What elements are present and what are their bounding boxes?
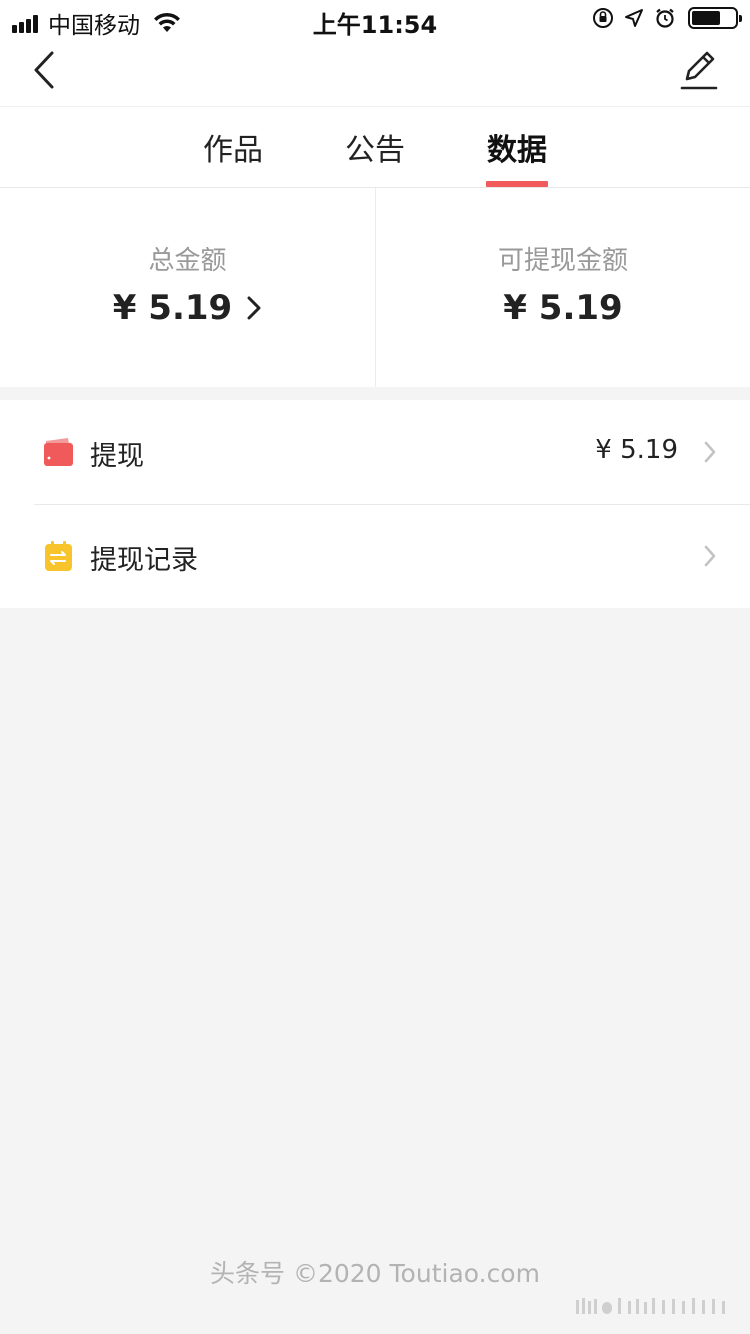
chevron-right-icon: [704, 441, 716, 463]
total-amount-row: ¥ 5.19: [0, 288, 375, 328]
battery-icon: [688, 7, 742, 29]
back-chevron-icon[interactable]: [26, 48, 66, 92]
transfer-record-icon: [45, 541, 72, 571]
wallet-icon: [44, 438, 73, 466]
withdraw-records-label: 提现记录: [90, 545, 198, 576]
chevron-right-icon: [247, 296, 261, 320]
status-bar: 中国移动 上午11:54: [0, 0, 750, 40]
location-arrow-icon: [625, 9, 643, 27]
chevron-right-icon: [704, 545, 716, 567]
withdraw-list: 提现 ¥ 5.19 提现记录: [0, 400, 750, 608]
tab-announcements[interactable]: 公告: [344, 125, 406, 169]
withdraw-label: 提现: [90, 441, 144, 472]
footer-copyright: 头条号 ©2020 Toutiao.com: [210, 1259, 540, 1288]
earnings-summary: 总金额 ¥ 5.19 可提现金额 ¥ 5.19: [0, 188, 750, 387]
status-right: [582, 7, 742, 29]
tab-data[interactable]: 数据: [486, 125, 548, 169]
total-amount-label: 总金额: [148, 246, 227, 276]
total-amount-card[interactable]: 总金额 ¥ 5.19: [0, 188, 375, 387]
tab-bar: 作品 公告 数据: [0, 106, 750, 188]
tab-works[interactable]: 作品: [202, 125, 264, 169]
list-item-withdraw[interactable]: 提现 ¥ 5.19: [0, 400, 750, 504]
withdrawable-amount-card: 可提现金额 ¥ 5.19: [375, 188, 750, 387]
withdraw-amount: ¥ 5.19: [595, 435, 678, 465]
watermark-logo-icon: [576, 1298, 725, 1314]
alarm-clock-icon: [656, 8, 674, 28]
total-amount-value: ¥ 5.19: [112, 288, 233, 328]
withdrawable-amount-value: ¥ 5.19: [503, 288, 623, 328]
withdrawable-amount-label: 可提现金额: [497, 246, 628, 276]
list-item-withdraw-records[interactable]: 提现记录: [0, 504, 750, 608]
nav-bar: [0, 40, 750, 106]
screen: 中国移动 上午11:54 作品 公告 数据 总金额 ¥ 5.19 可提现金额 ¥…: [0, 0, 750, 1334]
edit-pencil-icon[interactable]: [678, 46, 720, 92]
active-tab-indicator: [486, 181, 548, 187]
orientation-lock-icon: [593, 8, 613, 28]
